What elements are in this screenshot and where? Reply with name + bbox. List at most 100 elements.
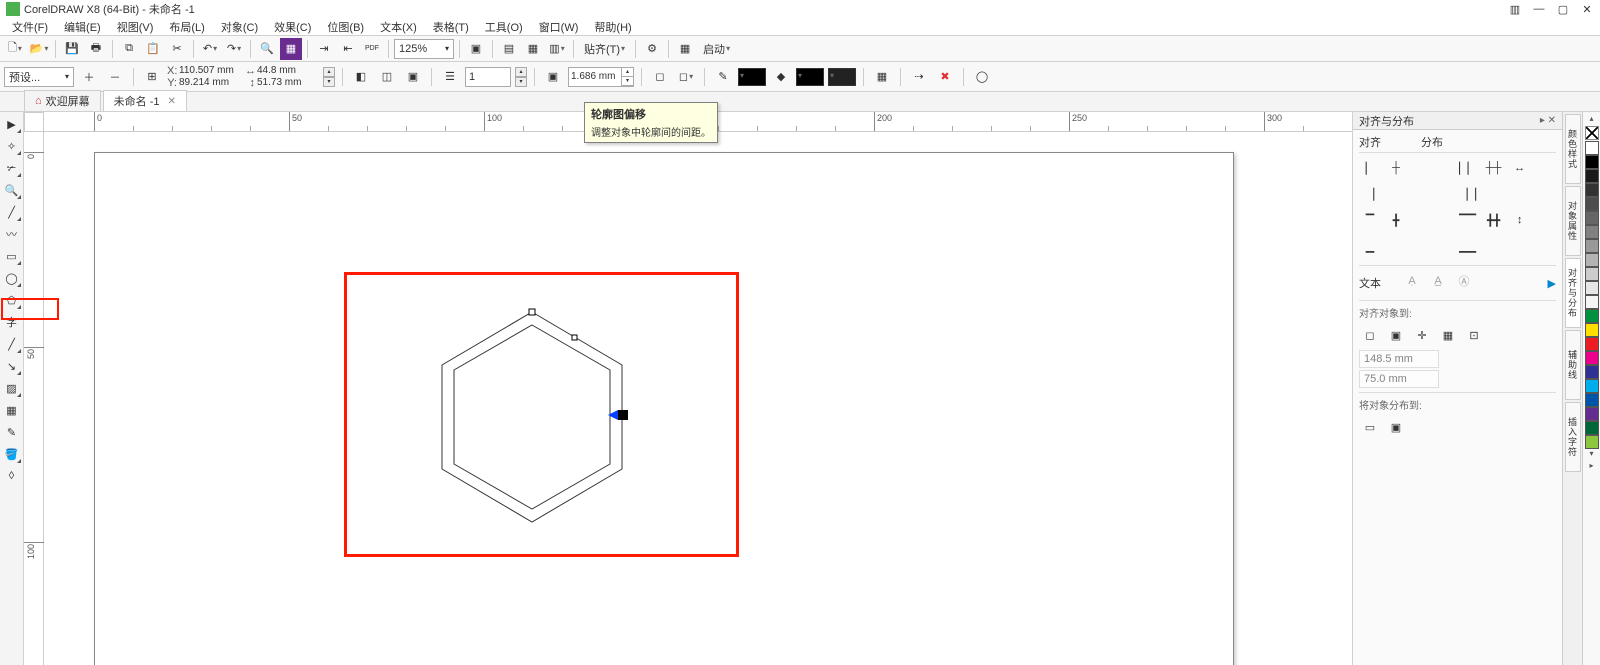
color-swatch[interactable] bbox=[1585, 211, 1599, 225]
menu-item[interactable]: 视图(V) bbox=[109, 19, 162, 35]
maximize-button[interactable]: ▢ bbox=[1556, 3, 1570, 16]
docker-tab[interactable]: 辅助线 bbox=[1565, 330, 1581, 400]
dist-bottom-button[interactable]: ▁▁ bbox=[1457, 235, 1479, 257]
eyedropper-tool[interactable]: ✎ bbox=[2, 422, 22, 442]
minimize-button[interactable]: — bbox=[1532, 3, 1546, 16]
transparency-tool[interactable]: ▦ bbox=[2, 400, 22, 420]
paste-button[interactable]: 📋 bbox=[142, 38, 164, 60]
outline-color-swatch[interactable] bbox=[738, 68, 766, 86]
dimension-tool[interactable]: ╱ bbox=[2, 334, 22, 354]
color-swatch[interactable] bbox=[1585, 253, 1599, 267]
last-fill-swatch[interactable] bbox=[828, 68, 856, 86]
align-tab[interactable]: 对齐 bbox=[1359, 134, 1381, 150]
color-swatch[interactable] bbox=[1585, 239, 1599, 253]
size-spinner[interactable]: ▴▾ bbox=[323, 67, 335, 87]
dist-top-button[interactable]: ▔▔ bbox=[1457, 209, 1479, 231]
no-color-swatch[interactable] bbox=[1585, 126, 1599, 140]
corner-button[interactable]: ◻ bbox=[649, 66, 671, 88]
docker-tab[interactable]: 对齐与分布 bbox=[1565, 258, 1581, 328]
color-swatch[interactable] bbox=[1585, 183, 1599, 197]
undo-button[interactable]: ↶ bbox=[199, 38, 221, 60]
drop-shadow-tool[interactable]: ▨ bbox=[2, 378, 22, 398]
text-tool[interactable]: 字 bbox=[2, 312, 22, 332]
align-to-active-button[interactable]: ◻ bbox=[1359, 324, 1381, 346]
docker-tab[interactable]: 插入字符 bbox=[1565, 402, 1581, 472]
polygon-tool[interactable]: ⬠ bbox=[2, 290, 22, 310]
launch-button[interactable]: 启动 bbox=[698, 38, 735, 60]
rectangle-tool[interactable]: ▭ bbox=[2, 246, 22, 266]
text-apply-button[interactable]: ▶ bbox=[1548, 277, 1556, 290]
zoom-tool[interactable]: 🔍 bbox=[2, 180, 22, 200]
dist-center-h-button[interactable]: ┼┼ bbox=[1483, 157, 1505, 179]
docker-tab[interactable]: 颜色样式 bbox=[1565, 114, 1581, 184]
preset-select[interactable]: 预设... bbox=[4, 67, 74, 87]
color-swatch[interactable] bbox=[1585, 337, 1599, 351]
save-button[interactable]: 💾 bbox=[61, 38, 83, 60]
tab-doc1[interactable]: 未命名 -1✕ bbox=[103, 90, 187, 111]
color-swatch[interactable] bbox=[1585, 281, 1599, 295]
color-swatch[interactable] bbox=[1585, 435, 1599, 449]
align-left-button[interactable]: ▏ bbox=[1359, 157, 1381, 179]
align-center-v-button[interactable]: ╋ bbox=[1385, 209, 1407, 231]
ruler-vertical[interactable]: 050100 bbox=[24, 132, 44, 665]
snap-button[interactable]: 贴齐(T) bbox=[579, 38, 630, 60]
menu-item[interactable]: 位图(B) bbox=[319, 19, 372, 35]
open-button[interactable]: 📂 bbox=[28, 38, 50, 60]
artistic-tool[interactable]: 〰 bbox=[2, 224, 22, 244]
drawing-canvas[interactable] bbox=[44, 132, 1352, 665]
color-swatch[interactable] bbox=[1585, 197, 1599, 211]
color-swatch[interactable] bbox=[1585, 323, 1599, 337]
object-props-button[interactable]: ▦ bbox=[871, 66, 893, 88]
contour-inside-button[interactable]: ◫ bbox=[376, 66, 398, 88]
menu-item[interactable]: 窗口(W) bbox=[531, 19, 587, 35]
menu-item[interactable]: 对象(C) bbox=[213, 19, 266, 35]
menu-item[interactable]: 布局(L) bbox=[161, 19, 212, 35]
image-button[interactable]: ▦ bbox=[280, 38, 302, 60]
crop-tool[interactable]: ✃ bbox=[2, 158, 22, 178]
cut-button[interactable]: ✂ bbox=[166, 38, 188, 60]
align-right-button[interactable]: ▕ bbox=[1359, 183, 1381, 205]
search-button[interactable]: 🔍 bbox=[256, 38, 278, 60]
ruler-button[interactable]: ▤ bbox=[498, 38, 520, 60]
color-swatch[interactable] bbox=[1585, 421, 1599, 435]
contour-outside-button[interactable]: ▣ bbox=[402, 66, 424, 88]
outline-tool[interactable]: ◊ bbox=[2, 466, 22, 486]
color-swatch[interactable] bbox=[1585, 267, 1599, 281]
menu-item[interactable]: 文本(X) bbox=[372, 19, 425, 35]
shape-tool[interactable]: ✧ bbox=[2, 136, 22, 156]
export-button[interactable]: ⇤ bbox=[337, 38, 359, 60]
fill-tool[interactable]: 🪣 bbox=[2, 444, 22, 464]
pick-tool[interactable]: ▶ bbox=[2, 114, 22, 134]
dist-center-v-button[interactable]: ╋╋ bbox=[1483, 209, 1505, 231]
redo-button[interactable]: ↷ bbox=[223, 38, 245, 60]
palette-flyout-button[interactable]: ▸ bbox=[1585, 461, 1599, 473]
menu-item[interactable]: 文件(F) bbox=[4, 19, 56, 35]
close-tab-icon[interactable]: ✕ bbox=[168, 96, 176, 107]
align-to-point-button[interactable]: ⊡ bbox=[1463, 324, 1485, 346]
ellipse-tool[interactable]: ◯ bbox=[2, 268, 22, 288]
align-to-grid-button[interactable]: ▦ bbox=[1437, 324, 1459, 346]
menu-item[interactable]: 帮助(H) bbox=[586, 19, 639, 35]
remove-preset-button[interactable]: － bbox=[104, 66, 126, 88]
palette-down-button[interactable]: ▾ bbox=[1585, 449, 1599, 461]
zoom-select[interactable]: 125% bbox=[394, 39, 454, 59]
color-swatch[interactable] bbox=[1585, 309, 1599, 323]
docker-close-button[interactable]: ▸ ✕ bbox=[1540, 115, 1556, 126]
menu-item[interactable]: 表格(T) bbox=[425, 19, 477, 35]
menu-item[interactable]: 效果(C) bbox=[266, 19, 319, 35]
steps-spinner[interactable]: ▴▾ bbox=[515, 67, 527, 87]
dist-left-button[interactable]: ▏▏ bbox=[1457, 157, 1479, 179]
tab-welcome[interactable]: ⌂欢迎屏幕 bbox=[24, 90, 101, 111]
color-swatch[interactable] bbox=[1585, 379, 1599, 393]
pdf-button[interactable]: PDF bbox=[361, 38, 383, 60]
guides-button[interactable]: ▥ bbox=[546, 38, 568, 60]
color-swatch[interactable] bbox=[1585, 225, 1599, 239]
palette-up-button[interactable]: ▴ bbox=[1585, 114, 1599, 126]
new-button[interactable]: 🗋 bbox=[4, 38, 26, 60]
options-button[interactable]: ⚙ bbox=[641, 38, 663, 60]
distribute-to-selection-button[interactable]: ▭ bbox=[1359, 416, 1381, 438]
import-button[interactable]: ⇥ bbox=[313, 38, 335, 60]
close-button[interactable]: ✕ bbox=[1580, 3, 1594, 16]
fullscreen-button[interactable]: ▣ bbox=[465, 38, 487, 60]
align-to-page-edge-button[interactable]: ▣ bbox=[1385, 324, 1407, 346]
